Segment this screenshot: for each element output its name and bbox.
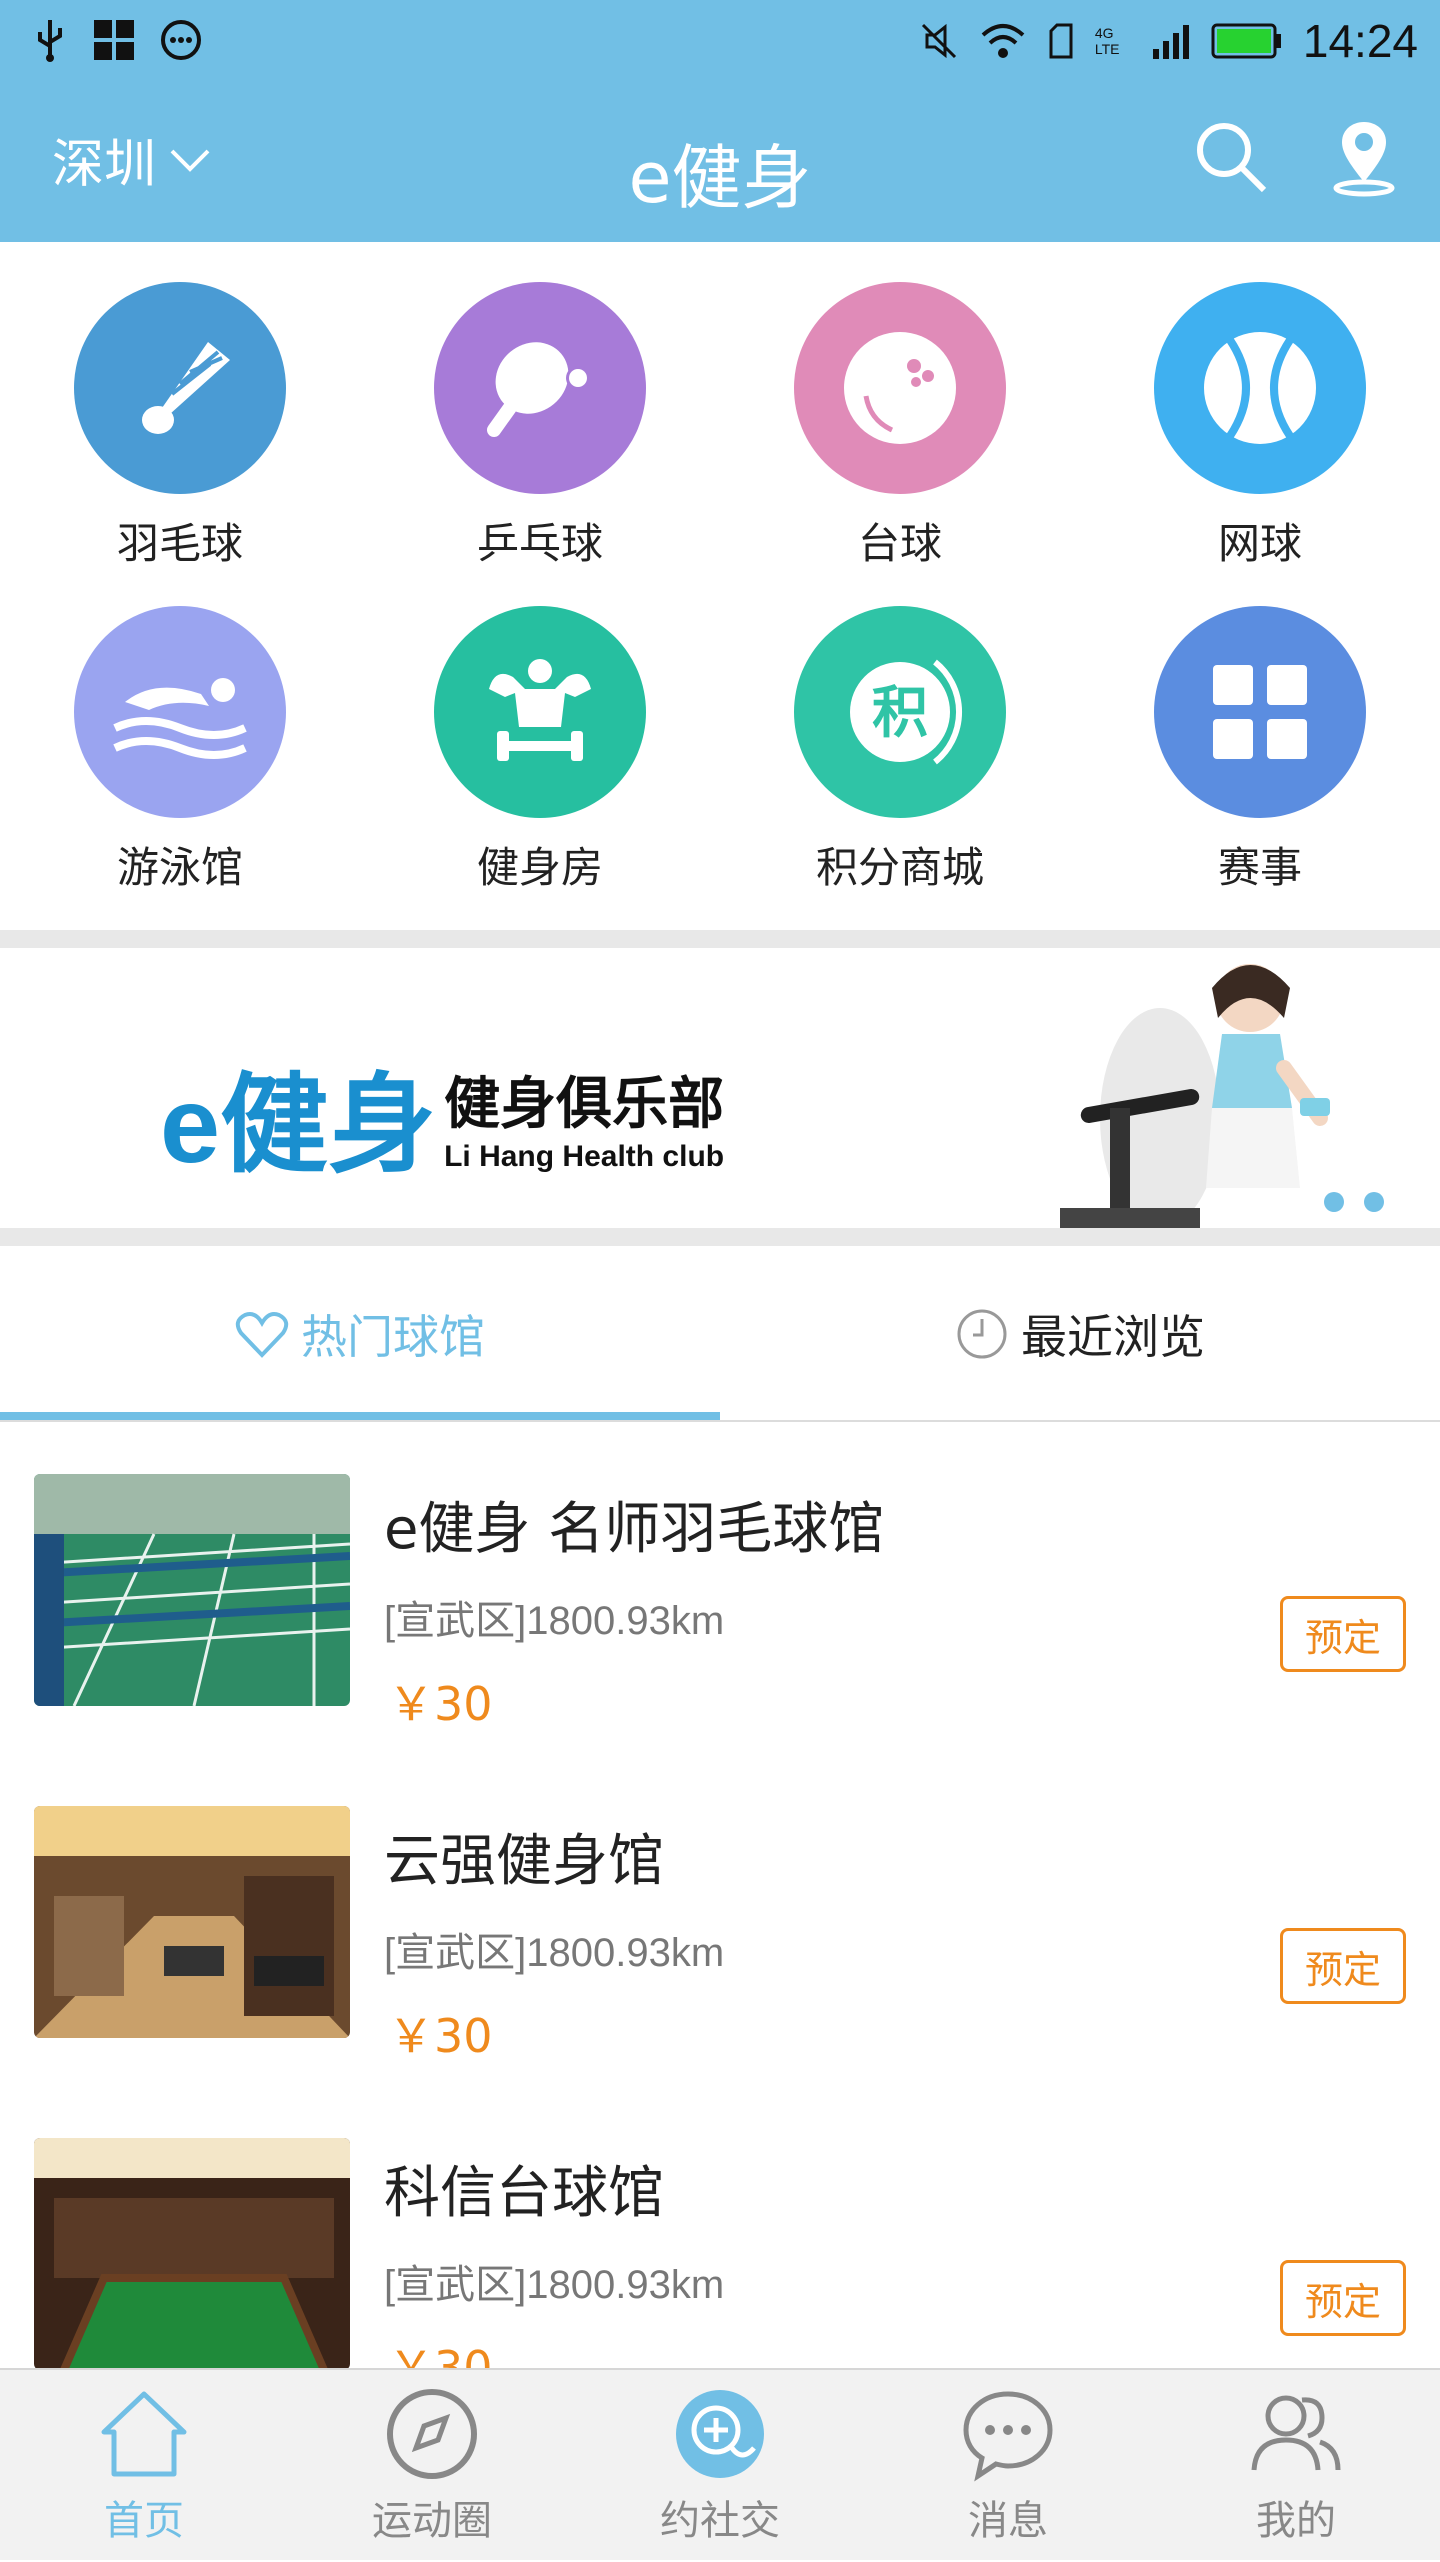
pingpong-icon [434, 282, 646, 494]
category-label: 游泳馆 [116, 843, 243, 892]
nav-label: 约社交 [660, 2498, 780, 2544]
more-icon [161, 20, 201, 60]
venue-tabs: 热门球馆 最近浏览 [0, 1246, 1440, 1422]
promo-banner[interactable]: e健身 健身俱乐部 Li Hang Health club [0, 948, 1440, 1228]
nav-social[interactable]: 约社交 [576, 2370, 864, 2562]
top-nav-bar: 深圳 e健身 [0, 84, 1440, 242]
nav-label: 首页 [104, 2498, 184, 2544]
nav-home[interactable]: 首页 [0, 2370, 288, 2562]
status-bar: 4G LTE 14:24 [0, 0, 1440, 84]
category-label: 健身房 [476, 843, 603, 892]
badminton-icon [74, 282, 286, 494]
usb-icon [38, 20, 62, 62]
banner-title-cn: 健身俱乐部 [444, 1071, 725, 1137]
billiards-icon [794, 282, 1006, 494]
category-label: 乒乓球 [476, 519, 603, 568]
nav-profile[interactable]: 我的 [1152, 2370, 1440, 2562]
search-icon[interactable] [1192, 118, 1268, 194]
wifi-icon [981, 24, 1025, 58]
heart-icon [235, 1312, 289, 1358]
tab-label: 最近浏览 [1021, 1310, 1205, 1364]
venue-photo-billiards [34, 2138, 350, 2368]
points-glyph: 积 [872, 681, 928, 746]
venue-name: 科信台球馆 [384, 2161, 664, 2226]
clock: 14:24 [1302, 15, 1418, 67]
location-pin-icon[interactable] [1328, 118, 1400, 198]
list-item[interactable]: e健身 名师羽毛球馆 [宣武区]1800.93km ￥30 预定 [0, 1424, 1440, 1756]
tab-recent[interactable]: 最近浏览 [720, 1246, 1440, 1422]
category-label: 赛事 [1217, 843, 1302, 892]
tab-label: 热门球馆 [301, 1310, 485, 1364]
pager-dot[interactable] [1364, 1192, 1384, 1212]
banner-brand: e健身 [160, 1064, 437, 1185]
mute-icon [921, 23, 956, 59]
book-button[interactable]: 预定 [1280, 2260, 1406, 2336]
pager-dot[interactable] [1324, 1192, 1344, 1212]
section-divider [0, 1228, 1440, 1246]
venue-name: e健身 名师羽毛球馆 [384, 1497, 885, 1562]
category-badminton[interactable]: 羽毛球 [30, 282, 330, 571]
venue-name: 云强健身馆 [384, 1829, 664, 1894]
nav-label: 消息 [968, 2498, 1048, 2544]
venue-price: ￥30 [388, 2009, 493, 2063]
bottom-nav-bar: 首页 运动圈 约社交 消息 我的 [0, 2368, 1440, 2560]
venue-photo-badminton [34, 1474, 350, 1706]
category-label: 积分商城 [815, 843, 984, 892]
book-button[interactable]: 预定 [1280, 1928, 1406, 2004]
clock-icon [957, 1309, 1007, 1359]
nav-label: 运动圈 [372, 2498, 492, 2544]
venue-address: [宣武区]1800.93km [384, 1931, 725, 1975]
banner-title-en: Li Hang Health club [444, 1139, 725, 1173]
home-icon [101, 2391, 187, 2477]
category-label: 台球 [857, 519, 942, 568]
category-events[interactable]: 赛事 [1110, 606, 1410, 895]
section-divider [0, 930, 1440, 948]
profile-icon [1251, 2395, 1341, 2471]
banner-pager [1324, 1192, 1384, 1212]
nav-messages[interactable]: 消息 [864, 2370, 1152, 2562]
compass-icon [387, 2389, 477, 2479]
category-pingpong[interactable]: 乒乓球 [390, 282, 690, 571]
category-fitness[interactable]: 健身房 [390, 606, 690, 895]
grid-icon [1154, 606, 1366, 818]
category-tennis[interactable]: 网球 [1110, 282, 1410, 571]
battery-icon [1211, 23, 1281, 59]
message-icon [963, 2391, 1053, 2482]
points-icon: 积 [794, 606, 1006, 818]
banner-logo: e健身 健身俱乐部 Li Hang Health club [160, 1038, 724, 1194]
venue-list[interactable]: e健身 名师羽毛球馆 [宣武区]1800.93km ￥30 预定 云强健身馆 [… [0, 1424, 1440, 2368]
sim-icon [1049, 23, 1073, 59]
category-billiards[interactable]: 台球 [750, 282, 1050, 571]
category-grid: 羽毛球 乒乓球 台球 网球 游泳馆 健身房 积 积分商城 赛事 [0, 242, 1440, 930]
app-grid-icon [94, 20, 134, 60]
fitness-icon [434, 606, 646, 818]
category-label: 网球 [1217, 519, 1302, 568]
nav-sports-circle[interactable]: 运动圈 [288, 2370, 576, 2562]
venue-address: [宣武区]1800.93km [384, 2263, 725, 2307]
category-points-mall[interactable]: 积 积分商城 [750, 606, 1050, 895]
nav-label: 我的 [1256, 2498, 1336, 2544]
tab-hot-venues[interactable]: 热门球馆 [0, 1246, 720, 1422]
venue-price: ￥30 [388, 2341, 493, 2368]
banner-person-image [1060, 964, 1330, 1228]
venue-photo-gym [34, 1806, 350, 2038]
category-label: 羽毛球 [116, 519, 243, 568]
tennis-icon [1154, 282, 1366, 494]
network-type: 4G LTE [1094, 25, 1120, 57]
social-plus-icon [676, 2390, 764, 2478]
list-item[interactable]: 云强健身馆 [宣武区]1800.93km ￥30 预定 [0, 1756, 1440, 2088]
venue-address: [宣武区]1800.93km [384, 1599, 725, 1643]
book-button[interactable]: 预定 [1280, 1596, 1406, 1672]
category-swimming[interactable]: 游泳馆 [30, 606, 330, 895]
tab-indicator [0, 1412, 720, 1420]
signal-icon [1152, 25, 1189, 59]
venue-price: ￥30 [388, 1677, 493, 1731]
list-item[interactable]: 科信台球馆 [宣武区]1800.93km ￥30 预定 [0, 2088, 1440, 2368]
swimming-icon [74, 606, 286, 818]
